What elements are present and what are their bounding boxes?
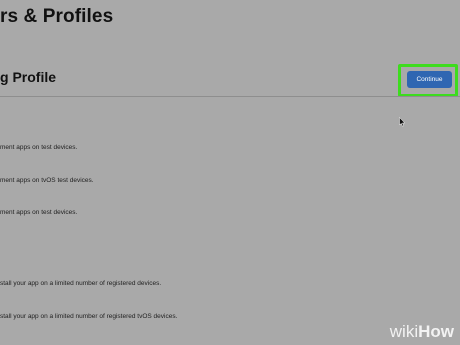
page-title: rs & Profiles [0,6,114,27]
watermark-wiki-text: wiki [389,322,419,341]
option-description-ios-development: ment apps on test devices. [0,144,78,151]
section-title: g Profile [0,69,57,85]
option-description-ad-hoc: stall your app on a limited number of re… [0,280,162,287]
continue-button[interactable]: Continue [407,71,452,88]
wikihow-watermark: wikiHow [390,322,454,342]
mouse-cursor-icon [399,117,406,127]
option-description-tvos-ad-hoc: stall your app on a limited number of re… [0,313,178,320]
section-divider [0,96,460,97]
watermark-how-text: How [418,322,454,341]
option-description-tvos-development: ment apps on tvOS test devices. [0,177,94,184]
option-description-mac-development: ment apps on test devices. [0,209,78,216]
